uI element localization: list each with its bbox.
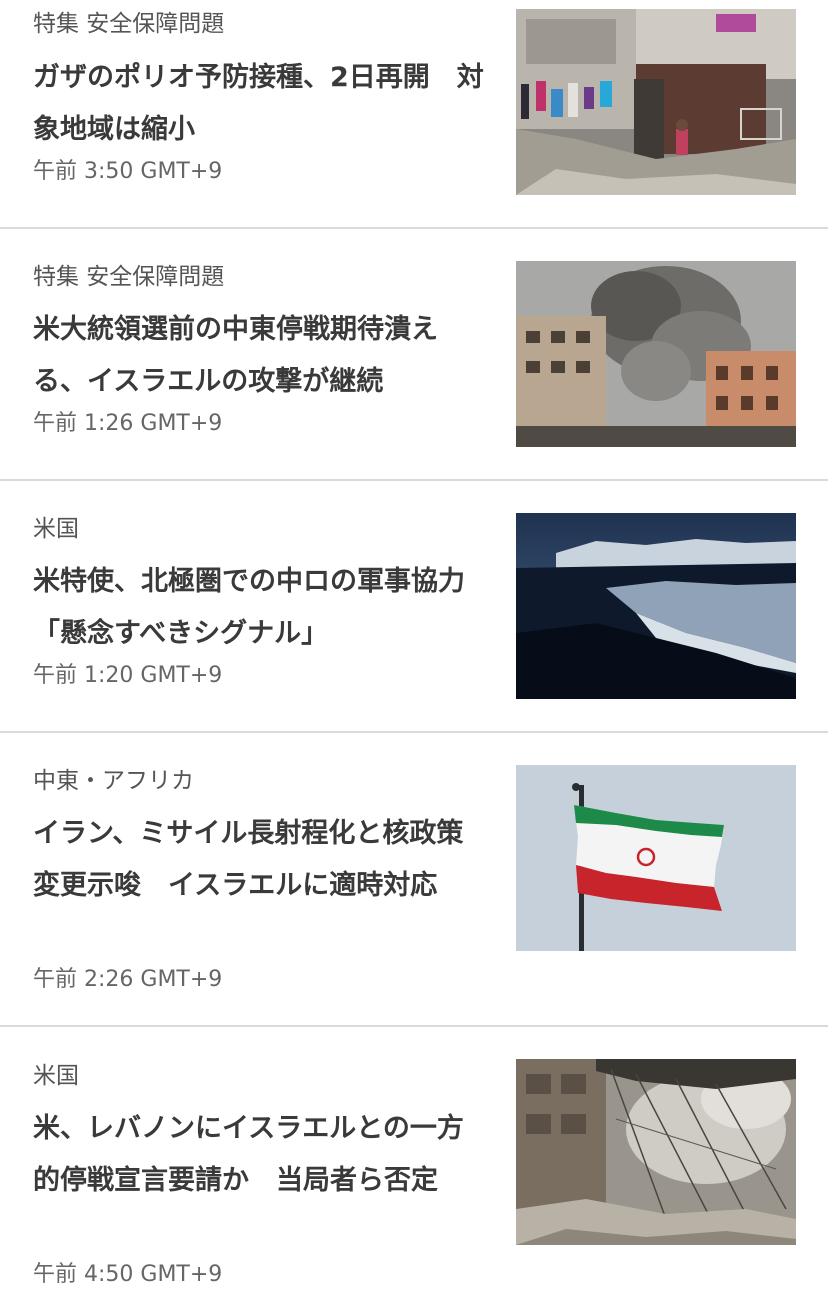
article-thumbnail[interactable] xyxy=(516,1059,796,1245)
article-item[interactable]: 中東・アフリカ イラン、ミサイル長射程化と核政策変更示唆 イスラエルに適時対応 … xyxy=(0,733,828,1027)
article-category: 米国 xyxy=(33,516,79,542)
gaza-rubble-photo xyxy=(516,9,796,195)
article-timestamp: 午前 2:26 GMT+9 xyxy=(33,967,223,992)
article-category: 米国 xyxy=(33,1063,79,1089)
article-headline[interactable]: イラン、ミサイル長射程化と核政策変更示唆 イスラエルに適時対応 xyxy=(33,808,488,912)
destroyed-building-photo xyxy=(516,1059,796,1245)
airstrike-smoke-photo xyxy=(516,261,796,447)
article-headline[interactable]: ガザのポリオ予防接種、2日再開 対象地域は縮小 xyxy=(33,52,488,156)
article-thumbnail[interactable] xyxy=(516,9,796,195)
article-item[interactable]: 米国 米特使、北極圏での中ロの軍事協力 「懸念すべきシグナル」 午前 1:20 … xyxy=(0,481,828,733)
article-timestamp: 午前 1:26 GMT+9 xyxy=(33,411,223,436)
article-category: 特集 安全保障問題 xyxy=(33,264,225,290)
article-headline[interactable]: 米、レバノンにイスラエルとの一方的停戦宣言要請か 当局者ら否定 xyxy=(33,1103,488,1207)
article-item[interactable]: 特集 安全保障問題 ガザのポリオ予防接種、2日再開 対象地域は縮小 午前 3:5… xyxy=(0,0,828,229)
article-category: 特集 安全保障問題 xyxy=(33,11,225,37)
article-item[interactable]: 米国 米、レバノンにイスラエルとの一方的停戦宣言要請か 当局者ら否定 午前 4:… xyxy=(0,1027,828,1309)
article-category: 中東・アフリカ xyxy=(33,768,194,794)
article-item[interactable]: 特集 安全保障問題 米大統領選前の中東停戦期待潰える、イスラエルの攻撃が継続 午… xyxy=(0,229,828,481)
article-thumbnail[interactable] xyxy=(516,513,796,699)
article-timestamp: 午前 1:20 GMT+9 xyxy=(33,663,223,688)
article-timestamp: 午前 3:50 GMT+9 xyxy=(33,159,223,184)
article-headline[interactable]: 米大統領選前の中東停戦期待潰える、イスラエルの攻撃が継続 xyxy=(33,304,488,408)
article-thumbnail[interactable] xyxy=(516,765,796,951)
article-headline[interactable]: 米特使、北極圏での中ロの軍事協力 「懸念すべきシグナル」 xyxy=(33,556,492,660)
article-thumbnail[interactable] xyxy=(516,261,796,447)
arctic-coast-photo xyxy=(516,513,796,699)
article-timestamp: 午前 4:50 GMT+9 xyxy=(33,1262,223,1287)
iran-flag-photo xyxy=(516,765,796,951)
